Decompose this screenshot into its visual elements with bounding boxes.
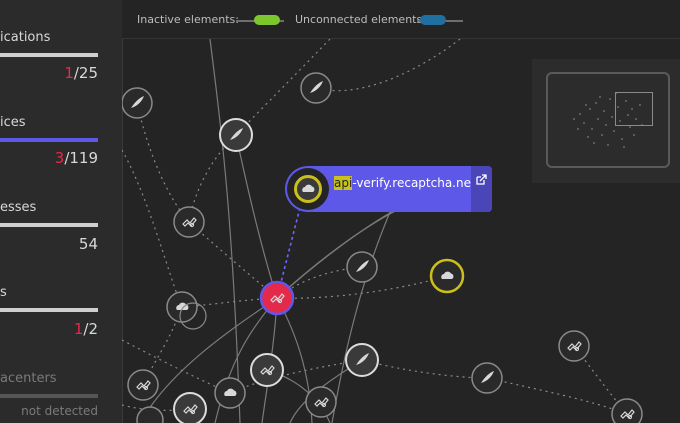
- process-node[interactable]: [122, 87, 153, 119]
- problem-count: 1: [64, 64, 74, 82]
- process-node[interactable]: [219, 118, 253, 152]
- tooltip-action-area: [471, 166, 492, 212]
- service-node[interactable]: [611, 398, 643, 423]
- problem-count: 3: [54, 149, 65, 167]
- entity-tooltip[interactable]: api-verify.recaptcha.net: [285, 166, 492, 212]
- total-count: 54: [78, 235, 98, 253]
- service-node[interactable]: [305, 386, 337, 418]
- sidebar-label: acenters: [0, 371, 57, 386]
- unconnected-legend-swatch[interactable]: [420, 15, 446, 25]
- total-count: /119: [64, 149, 98, 167]
- sidebar-divider: [0, 308, 98, 312]
- sidebar-label: s: [0, 285, 7, 300]
- sidebar-divider: [0, 53, 98, 57]
- service-node[interactable]: [173, 392, 207, 423]
- tooltip-node-ring: [294, 175, 322, 203]
- problem-count: 1: [73, 320, 84, 338]
- entity-name-rest: -verify.recaptcha.net: [352, 176, 476, 190]
- sidebar-label: esses: [0, 200, 37, 215]
- external-link-icon[interactable]: [475, 174, 487, 186]
- search-match-highlight: api: [334, 176, 353, 190]
- process-node[interactable]: [300, 72, 332, 104]
- service-node[interactable]: [558, 330, 590, 362]
- service-node[interactable]: [173, 206, 205, 238]
- tooltip-node: [287, 168, 329, 210]
- sidebar-count: 54: [79, 235, 98, 253]
- process-node[interactable]: [471, 362, 503, 394]
- total-count: /2: [83, 320, 98, 338]
- external-service-node[interactable]: [429, 258, 465, 294]
- sidebar-divider: [0, 223, 98, 227]
- unconnected-elements-label: Unconnected elements:: [295, 13, 426, 26]
- sidebar-count: 1/25: [64, 64, 98, 82]
- service-node[interactable]: [136, 406, 164, 423]
- sidebar-label: ices: [0, 115, 26, 130]
- total-count: /25: [73, 64, 98, 82]
- inactive-elements-label: Inactive elements:: [137, 13, 239, 26]
- legend-bar: Inactive elements: Unconnected elements:: [122, 0, 680, 39]
- sidebar-count: 1/2: [74, 320, 98, 338]
- sidebar-label: ications: [0, 30, 51, 45]
- minimap[interactable]: [532, 59, 680, 183]
- sidebar-divider: [0, 394, 98, 398]
- not-detected-note: not detected: [21, 404, 98, 418]
- entity-name[interactable]: api-verify.recaptcha.net: [334, 176, 476, 190]
- sidebar-count: 3/119: [55, 149, 98, 167]
- sidebar: ications 1/25 ices 3/119 esses 54 s 1/2 …: [0, 0, 123, 423]
- cloud-icon: [302, 184, 315, 192]
- minimap-viewport[interactable]: [615, 92, 653, 126]
- service-node[interactable]: [127, 369, 159, 401]
- minimap-dots: [573, 92, 643, 148]
- process-node[interactable]: [345, 343, 379, 377]
- external-service-node[interactable]: [166, 291, 198, 323]
- inactive-legend-swatch[interactable]: [254, 15, 280, 25]
- external-service-node[interactable]: [214, 377, 246, 409]
- process-node[interactable]: [346, 251, 378, 283]
- problem-service-node[interactable]: [259, 280, 295, 316]
- sidebar-divider: [0, 138, 98, 142]
- service-node[interactable]: [250, 353, 284, 387]
